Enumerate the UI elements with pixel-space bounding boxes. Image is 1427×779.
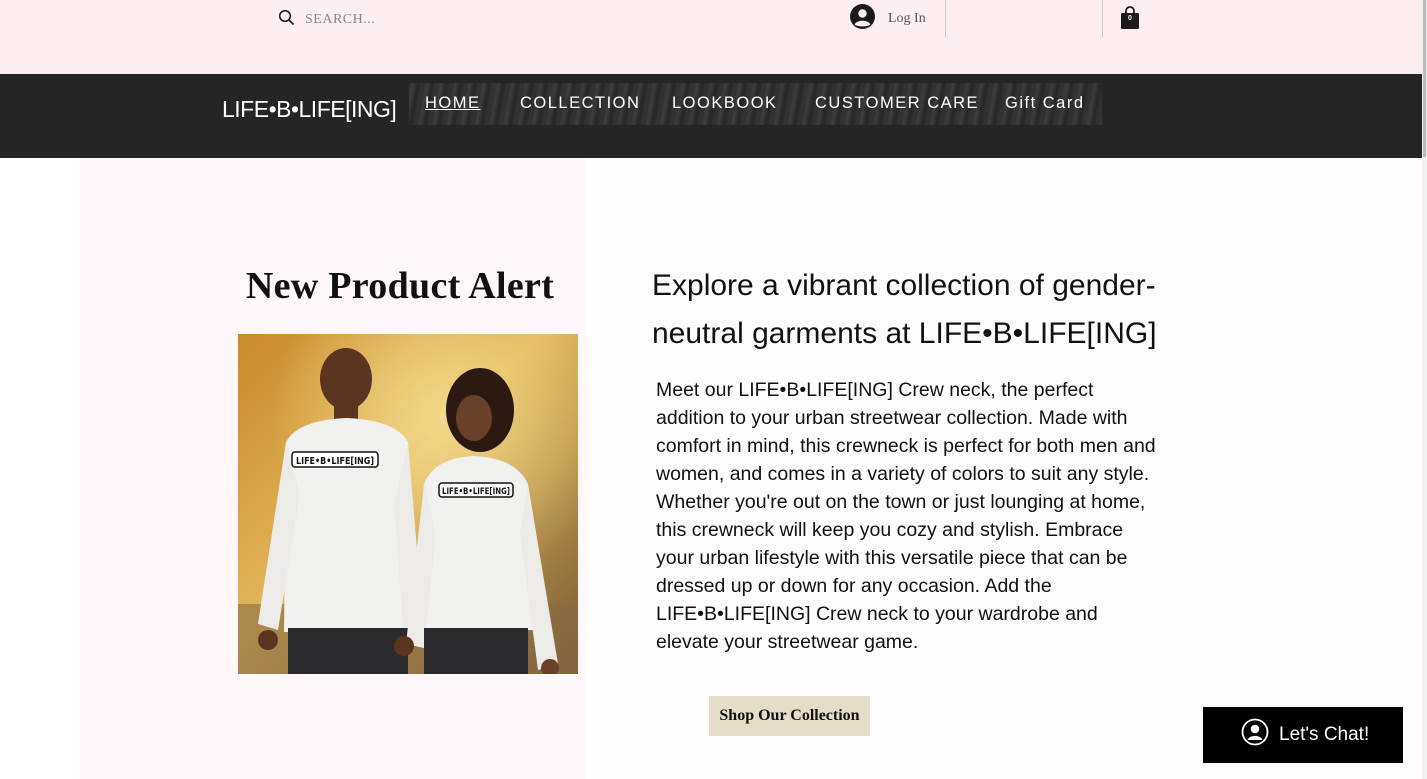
product-photo: LIFE•B•LIFE[ING] LIFE•B•LIFE[ING] [238,334,578,674]
product-description: Meet our LIFE•B•LIFE[ING] Crew neck, the… [656,379,1156,653]
site-logo[interactable]: LIFE•B•LIFE[ING] [222,96,397,123]
product-title: New Product Alert [245,265,555,307]
shirt-print-man: LIFE•B•LIFE[ING] [296,456,374,467]
shirt-print-woman: LIFE•B•LIFE[ING] [442,487,510,497]
chat-widget-button[interactable]: Let's Chat! [1203,707,1403,763]
search-bar[interactable] [278,9,465,31]
nav-item-collection[interactable]: COLLECTION [520,94,640,113]
nav-item-home[interactable]: HOME [425,94,481,113]
cart-count: 0 [1128,15,1132,22]
top-bar: Log In 0 [0,0,1427,74]
cart-button[interactable]: 0 [1119,5,1141,30]
chat-avatar-icon [1241,718,1269,752]
login-label: Log In [888,11,926,26]
shop-collection-button[interactable]: Shop Our Collection [709,696,870,736]
divider [945,0,946,37]
scrollbar-thumb[interactable] [1423,0,1426,157]
main-menu: HOME COLLECTION LOOKBOOK CUSTOMER CARE G… [409,83,1102,125]
search-input[interactable] [305,12,465,28]
avatar-icon [850,4,875,34]
nav-item-lookbook[interactable]: LOOKBOOK [672,94,778,113]
divider [1102,0,1103,37]
headline: Explore a vibrant collection of gender-n… [652,269,1157,350]
chat-label: Let's Chat! [1279,724,1370,745]
login-button[interactable]: Log In [850,4,926,34]
nav-item-customer-care[interactable]: CUSTOMER CARE [815,94,979,113]
search-icon[interactable] [278,9,295,31]
nav-item-gift-card[interactable]: Gift Card [1005,94,1085,113]
